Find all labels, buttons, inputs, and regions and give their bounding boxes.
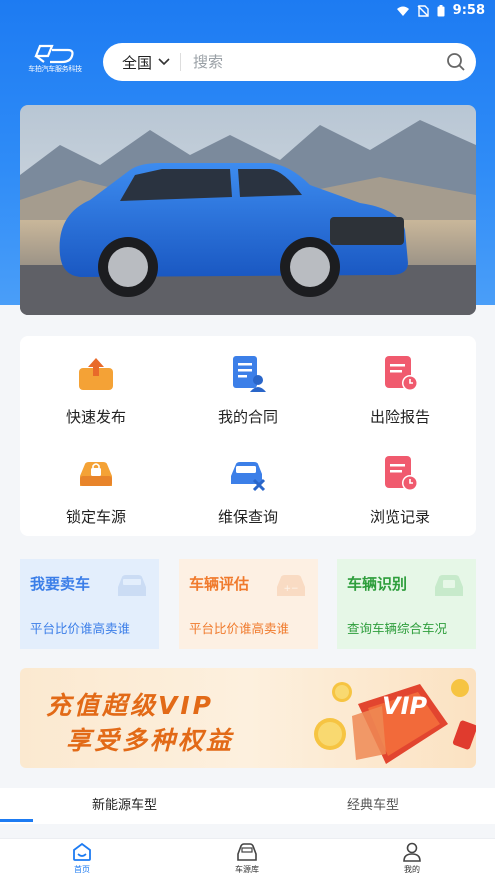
quick-action-label: 维保查询 (217, 508, 278, 526)
no-sim-icon (417, 4, 429, 17)
quick-action-label: 我的合同 (217, 408, 278, 426)
upload-box-icon (79, 358, 113, 390)
battery-icon (437, 4, 445, 16)
vip-badge: VIP (382, 692, 428, 720)
quick-action-label: 出险报告 (369, 408, 430, 426)
search-divider (180, 53, 182, 71)
status-bar: 9:58 (0, 0, 495, 22)
status-time: 9:58 (452, 3, 485, 18)
history-icon (385, 456, 418, 491)
car-valuation-icon: +− (277, 575, 305, 596)
quick-action-claim-report[interactable]: 出险报告 (324, 336, 476, 436)
quick-action-contract[interactable]: 我的合同 (172, 336, 324, 436)
nav-profile[interactable]: 我的 (382, 842, 442, 875)
search-button[interactable] (436, 43, 476, 81)
quick-action-label: 锁定车源 (65, 508, 126, 526)
tab-classic[interactable]: 经典车型 (347, 788, 399, 824)
feature-subtitle: 查询车辆综合车况 (347, 621, 448, 636)
hero-banner[interactable] (20, 105, 476, 315)
nav-label: 车源库 (235, 865, 259, 874)
logo-text: 车拍汽车服务科技 (28, 65, 82, 73)
quick-action-label: 浏览记录 (369, 508, 430, 526)
bottom-navigation: 首页 车源库 我的 (0, 838, 495, 880)
quick-action-label: 快速发布 (65, 408, 126, 426)
nav-label: 首页 (74, 865, 90, 874)
quick-action-history[interactable]: 浏览记录 (324, 436, 476, 536)
vip-headline: 充值超级VIP (46, 691, 214, 720)
feature-car-identify[interactable]: 车辆识别 查询车辆综合车况 (337, 559, 476, 649)
nav-home[interactable]: 首页 (52, 842, 112, 875)
quick-action-maintenance[interactable]: 维保查询 (172, 436, 324, 536)
quick-action-lock-car[interactable]: 锁定车源 (20, 436, 172, 536)
car-scan-icon (435, 575, 463, 596)
car-type-tabs: 新能源车型 经典车型 (0, 788, 495, 824)
car-front-icon (118, 575, 146, 596)
quick-action-publish[interactable]: 快速发布 (20, 336, 172, 436)
car-repair-icon (231, 462, 266, 492)
search-bar: 全国 (103, 43, 476, 81)
svg-text:+−: +− (283, 584, 298, 594)
feature-car-valuation[interactable]: 车辆评估 平台比价谁高卖谁 +− (179, 559, 318, 649)
feature-subtitle: 平台比价谁高卖谁 (30, 621, 131, 636)
search-icon (447, 53, 465, 71)
vip-subheadline: 享受多种权益 (66, 726, 235, 755)
region-label: 全国 (122, 53, 153, 72)
locked-car-icon (80, 462, 112, 486)
report-clock-icon (385, 356, 418, 391)
home-icon (73, 842, 91, 861)
vip-promo-banner[interactable]: 充值超级VIP 享受多种权益 VIP (20, 668, 476, 768)
feature-sell-car[interactable]: 我要卖车 平台比价谁高卖谁 (20, 559, 159, 649)
app-logo: 车拍汽车服务科技 (22, 44, 88, 74)
region-selector[interactable]: 全国 (103, 43, 180, 81)
tab-new-energy[interactable]: 新能源车型 (92, 788, 157, 824)
feature-subtitle: 平台比价谁高卖谁 (189, 621, 290, 636)
active-tab-indicator (0, 819, 33, 822)
wifi-icon (396, 6, 409, 16)
nav-car-source[interactable]: 车源库 (217, 842, 277, 875)
banner-car-image (20, 105, 476, 315)
profile-icon (403, 842, 421, 862)
quick-actions-card: 快速发布 我的合同 出险报告 锁定车源 维保查询 浏览记录 (20, 336, 476, 536)
chevron-down-icon (158, 58, 170, 66)
search-input[interactable] (193, 53, 436, 71)
contract-icon (233, 356, 266, 392)
nav-label: 我的 (404, 865, 420, 874)
car-source-icon (237, 843, 257, 861)
logo-mark-icon (34, 44, 74, 64)
